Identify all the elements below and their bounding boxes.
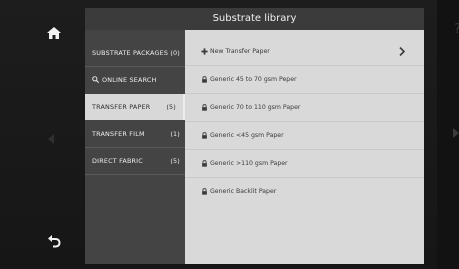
sidebar-item-transfer-film[interactable]: TRANSFER FILM (1)	[85, 121, 185, 147]
sidebar-item-count: (5)	[166, 103, 176, 111]
help-icon[interactable]: ?	[454, 22, 459, 37]
plus-icon	[201, 48, 208, 55]
substrate-list: New Transfer Paper Generic 45 to 70 gsm …	[185, 30, 424, 264]
list-item[interactable]: Generic 70 to 110 gsm Paper	[185, 94, 424, 121]
sidebar-item-transfer-paper[interactable]: TRANSFER PAPER (5)	[85, 94, 185, 120]
substrate-library-screen: Substrate library SUBSTRATE PACKAGES (0)…	[85, 8, 424, 264]
lock-icon	[202, 160, 207, 167]
list-item[interactable]: Generic >110 gsm Paper	[185, 150, 424, 177]
lock-icon	[202, 132, 207, 139]
sidebar-item-substrate-packages[interactable]: SUBSTRATE PACKAGES (0)	[85, 40, 185, 66]
back-arrow-icon[interactable]	[46, 232, 62, 248]
device-frame: ? Substrate library SUBSTRATE PACKAGES (…	[0, 0, 459, 269]
sidebar-item-direct-fabric[interactable]: DIRECT FABRIC (5)	[85, 148, 185, 174]
search-icon	[92, 76, 99, 83]
sidebar-item-online-search[interactable]: ONLINE SEARCH	[85, 67, 185, 93]
list-item-label: Generic 70 to 110 gsm Paper	[210, 104, 301, 111]
list-item-label: New Transfer Paper	[210, 48, 270, 55]
list-item-label: Generic <45 gsm Paper	[210, 132, 284, 139]
list-item-new-transfer-paper[interactable]: New Transfer Paper	[185, 38, 424, 65]
list-item-label: Generic >110 gsm Paper	[210, 160, 288, 167]
left-nav	[30, 8, 85, 264]
sidebar-item-label: SUBSTRATE PACKAGES	[92, 49, 169, 57]
sidebar-item-label: DIRECT FABRIC	[92, 157, 143, 165]
previous-arrow-icon[interactable]	[48, 134, 54, 144]
next-arrow-icon[interactable]	[453, 128, 459, 138]
list-item-label: Generic 45 to 70 gsm Peper	[210, 76, 297, 83]
chevron-right-icon	[399, 47, 405, 56]
home-icon[interactable]	[46, 25, 62, 41]
lock-icon	[202, 76, 207, 83]
list-item-label: Generic Backlit Paper	[210, 188, 277, 195]
sidebar-item-count: (5)	[170, 157, 180, 165]
right-bezel: ?	[437, 0, 459, 269]
divider	[85, 174, 185, 175]
list-item[interactable]: Generic <45 gsm Paper	[185, 122, 424, 149]
lock-icon	[202, 188, 207, 195]
sidebar-item-label: ONLINE SEARCH	[102, 76, 157, 84]
sidebar-item-count: (1)	[170, 130, 180, 138]
list-item[interactable]: Generic Backlit Paper	[185, 178, 424, 205]
lock-icon	[202, 104, 207, 111]
page-title: Substrate library	[85, 8, 424, 30]
sidebar: SUBSTRATE PACKAGES (0) ONLINE SEARCH TRA…	[85, 30, 185, 264]
sidebar-item-label: TRANSFER PAPER	[92, 103, 151, 111]
sidebar-item-label: TRANSFER FILM	[92, 130, 145, 138]
list-item[interactable]: Generic 45 to 70 gsm Peper	[185, 66, 424, 93]
sidebar-item-count: (0)	[170, 49, 180, 57]
